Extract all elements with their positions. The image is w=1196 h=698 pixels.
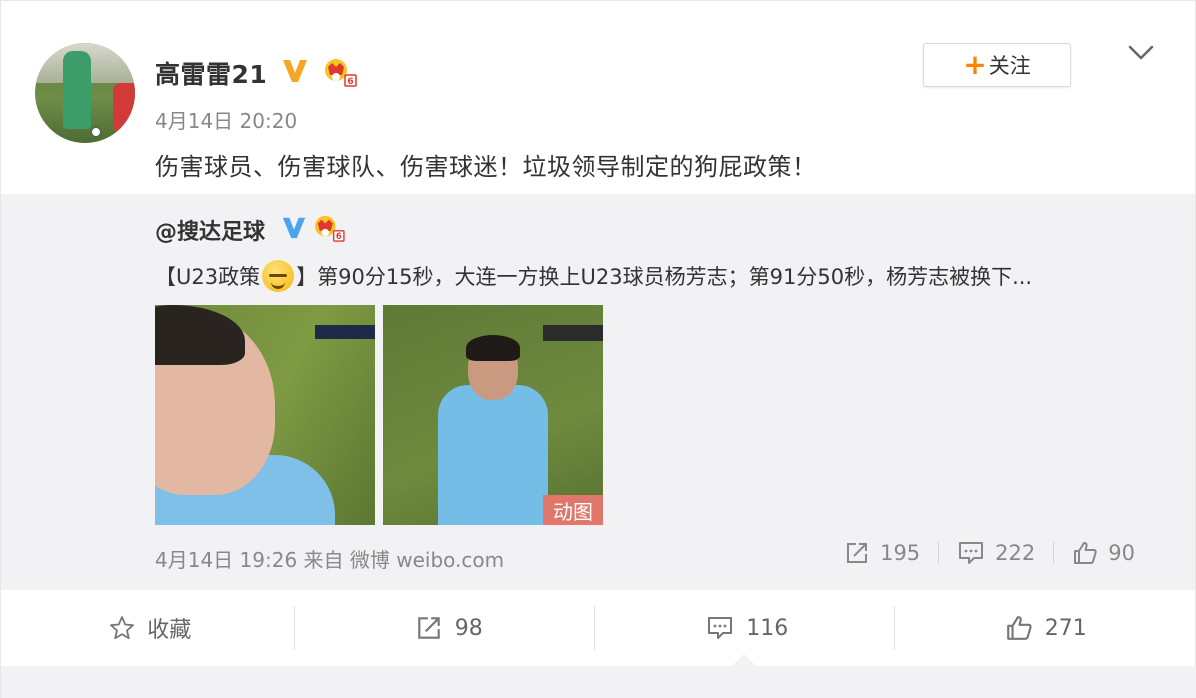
bottom-background: [1, 666, 1196, 698]
avatar-ball: [91, 127, 101, 137]
like-button[interactable]: 271: [897, 590, 1196, 666]
comment-caret: [732, 654, 756, 666]
favorite-button[interactable]: 收藏: [1, 590, 300, 666]
crown-icon[interactable]: 6: [313, 214, 345, 242]
image-scoreboard: [543, 325, 603, 341]
retweet-share-stat[interactable]: 195: [826, 540, 938, 566]
retweet-share-count: 195: [880, 541, 921, 565]
share-count: 98: [454, 615, 483, 641]
retweet-username[interactable]: @搜达足球: [155, 214, 265, 246]
share-icon: [847, 543, 868, 563]
image-player-hair: [155, 305, 245, 365]
retweet-image-1[interactable]: [155, 305, 375, 525]
retweet-comment-stat[interactable]: 222: [939, 540, 1053, 566]
retweet-like-stat[interactable]: 90: [1054, 540, 1153, 566]
share-icon: [417, 617, 440, 639]
retweet-text-prefix: 【U23政策: [155, 265, 261, 289]
chevron-down-icon[interactable]: [1127, 43, 1155, 63]
follow-button[interactable]: + 关注: [923, 43, 1071, 87]
post-timestamp[interactable]: 4月14日 20:20: [155, 105, 297, 134]
comment-icon: [708, 617, 733, 639]
share-button[interactable]: 98: [300, 590, 599, 666]
verified-v-icon: [283, 60, 307, 82]
thumbs-up-icon: [1074, 542, 1097, 564]
retweet-block[interactable]: @搜达足球 6 【U23政策 】第90分15秒，大连一方换上U23球员杨芳志；第…: [1, 194, 1195, 590]
like-count: 271: [1044, 615, 1087, 641]
verified-v-icon: [282, 217, 306, 239]
sleepy-emoji-icon: [262, 260, 295, 292]
retweet-image-2[interactable]: 动图: [383, 305, 603, 525]
thumbs-up-icon: [1006, 616, 1032, 640]
divider: [894, 606, 895, 650]
image-player-jersey: [438, 385, 548, 525]
avatar-player: [63, 51, 91, 129]
favorite-label: 收藏: [147, 618, 192, 643]
avatar-player-opponent: [113, 83, 135, 133]
retweet-text: 【U23政策 】第90分15秒，大连一方换上U23球员杨芳志；第91分50秒，杨…: [155, 260, 1032, 292]
comment-icon: [959, 542, 984, 564]
svg-text:6: 6: [336, 231, 342, 241]
post-username[interactable]: 高雷雷21: [155, 55, 267, 91]
retweet-meta[interactable]: 4月14日 19:26 来自 微博 weibo.com: [155, 544, 504, 573]
retweet-like-count: 90: [1108, 541, 1135, 565]
follow-label: 关注: [988, 54, 1031, 78]
divider: [294, 606, 295, 650]
comment-count: 116: [746, 615, 789, 641]
user-avatar[interactable]: [35, 43, 135, 143]
divider: [594, 606, 595, 650]
plus-icon: +: [963, 48, 987, 81]
image-player-hair: [466, 335, 520, 361]
weibo-post-card: 高雷雷21 6 4月14日 20:20 伤害球员、伤害球队、伤害球迷！垃圾领导制…: [0, 0, 1196, 698]
crown-icon[interactable]: 6: [323, 57, 357, 87]
post-text: 伤害球员、伤害球队、伤害球迷！垃圾领导制定的狗屁政策！: [155, 153, 817, 181]
svg-text:6: 6: [347, 77, 353, 87]
gif-badge: 动图: [543, 495, 603, 525]
retweet-comment-count: 222: [995, 541, 1036, 565]
image-scoreboard: [315, 325, 375, 339]
retweet-text-suffix: 】第90分15秒，大连一方换上U23球员杨芳志；第91分50秒，杨芳志被换下..…: [296, 265, 1033, 289]
star-icon: [110, 616, 135, 640]
retweet-stats: 195 222 90: [826, 540, 1153, 566]
post-action-bar: 收藏 98 116 271: [1, 590, 1195, 666]
